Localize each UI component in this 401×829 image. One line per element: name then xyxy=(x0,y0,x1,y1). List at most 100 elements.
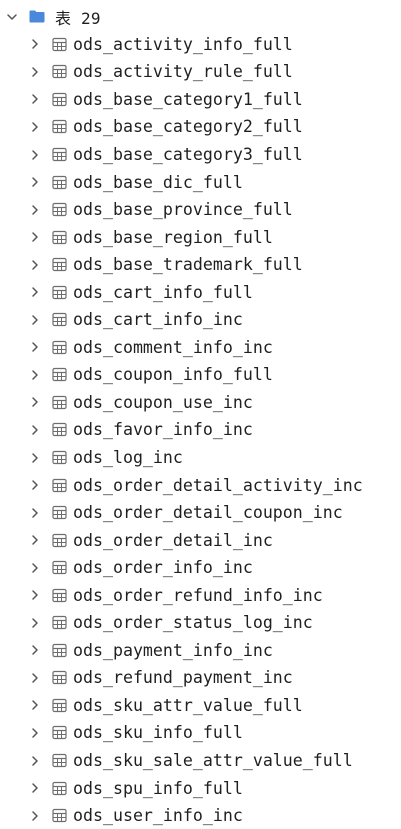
table-icon xyxy=(52,230,67,245)
table-node-label: ods_base_category2_full xyxy=(73,117,303,137)
chevron-right-icon[interactable] xyxy=(29,341,41,353)
table-node[interactable]: ods_activity_info_full xyxy=(0,31,401,59)
chevron-right-icon[interactable] xyxy=(29,369,41,381)
table-icon xyxy=(52,698,67,713)
table-node[interactable]: ods_activity_rule_full xyxy=(0,58,401,86)
table-node-label: ods_activity_rule_full xyxy=(73,62,293,82)
table-node[interactable]: ods_base_category3_full xyxy=(0,141,401,169)
chevron-right-icon[interactable] xyxy=(29,38,41,50)
table-node-label: ods_payment_info_inc xyxy=(73,640,273,660)
folder-icon xyxy=(29,10,45,23)
table-icon xyxy=(52,450,67,465)
table-node-label: ods_spu_info_full xyxy=(73,778,243,798)
chevron-right-icon[interactable] xyxy=(29,93,41,105)
chevron-right-icon[interactable] xyxy=(29,231,41,243)
chevron-right-icon[interactable] xyxy=(29,452,41,464)
chevron-right-icon[interactable] xyxy=(29,534,41,546)
table-node-label: ods_activity_info_full xyxy=(73,34,293,54)
table-node-label: ods_sku_attr_value_full xyxy=(73,695,303,715)
table-node[interactable]: ods_spu_info_full xyxy=(0,774,401,802)
chevron-right-icon[interactable] xyxy=(29,204,41,216)
table-node-label: ods_order_detail_activity_inc xyxy=(73,475,363,495)
table-icon xyxy=(52,588,67,603)
table-node[interactable]: ods_base_dic_full xyxy=(0,168,401,196)
table-node[interactable]: ods_refund_payment_inc xyxy=(0,664,401,692)
chevron-right-icon[interactable] xyxy=(29,755,41,767)
chevron-right-icon[interactable] xyxy=(29,699,41,711)
table-node-label: ods_base_trademark_full xyxy=(73,255,303,275)
table-node[interactable]: ods_order_detail_inc xyxy=(0,526,401,554)
table-node[interactable]: ods_base_region_full xyxy=(0,223,401,251)
chevron-right-icon[interactable] xyxy=(29,727,41,739)
table-icon xyxy=(52,422,67,437)
chevron-down-icon[interactable] xyxy=(6,11,18,23)
table-node[interactable]: ods_log_inc xyxy=(0,444,401,472)
table-node[interactable]: ods_sku_attr_value_full xyxy=(0,692,401,720)
table-node[interactable]: ods_base_category2_full xyxy=(0,113,401,141)
table-node-label: ods_base_category3_full xyxy=(73,145,303,164)
chevron-right-icon[interactable] xyxy=(29,617,41,629)
table-node[interactable]: ods_order_refund_info_inc xyxy=(0,581,401,609)
table-node[interactable]: ods_coupon_use_inc xyxy=(0,389,401,417)
table-node[interactable]: ods_order_info_inc xyxy=(0,554,401,582)
table-icon xyxy=(52,367,67,382)
table-icon xyxy=(52,670,67,685)
table-icon xyxy=(52,781,67,796)
table-node-label: ods_favor_info_inc xyxy=(73,420,253,440)
chevron-right-icon[interactable] xyxy=(29,121,41,133)
table-node[interactable]: ods_favor_info_inc xyxy=(0,416,401,444)
chevron-right-icon[interactable] xyxy=(29,644,41,656)
chevron-right-icon[interactable] xyxy=(29,286,41,298)
table-node[interactable]: ods_user_info_inc xyxy=(0,802,401,829)
table-node[interactable]: ods_coupon_info_full xyxy=(0,361,401,389)
table-node[interactable]: ods_order_status_log_inc xyxy=(0,609,401,637)
table-icon xyxy=(52,753,67,768)
chevron-right-icon[interactable] xyxy=(29,810,41,822)
table-node[interactable]: ods_sku_info_full xyxy=(0,719,401,747)
table-node[interactable]: ods_base_trademark_full xyxy=(0,251,401,279)
chevron-right-icon[interactable] xyxy=(29,424,41,436)
table-node[interactable]: ods_base_category1_full xyxy=(0,86,401,114)
table-node[interactable]: ods_order_detail_coupon_inc xyxy=(0,499,401,527)
table-node[interactable]: ods_base_province_full xyxy=(0,196,401,224)
table-icon xyxy=(52,202,67,217)
chevron-right-icon[interactable] xyxy=(29,66,41,78)
chevron-right-icon[interactable] xyxy=(29,782,41,794)
chevron-right-icon[interactable] xyxy=(29,396,41,408)
table-node[interactable]: ods_comment_info_inc xyxy=(0,334,401,362)
table-icon xyxy=(52,37,67,52)
table-icon xyxy=(52,92,67,107)
table-icon xyxy=(52,395,67,410)
table-icon xyxy=(52,560,67,575)
table-node-label: ods_sku_sale_attr_value_full xyxy=(73,751,353,771)
table-icon xyxy=(52,64,67,79)
tables-group-label: 表 29 xyxy=(55,8,101,28)
chevron-right-icon[interactable] xyxy=(29,176,41,188)
table-icon xyxy=(52,312,67,327)
table-node[interactable]: ods_payment_info_inc xyxy=(0,637,401,665)
table-icon xyxy=(52,257,67,272)
table-node-label: ods_base_province_full xyxy=(73,200,293,220)
table-icon xyxy=(52,478,67,493)
table-node[interactable]: ods_order_detail_activity_inc xyxy=(0,471,401,499)
chevron-right-icon[interactable] xyxy=(29,562,41,574)
table-node-label: ods_cart_info_full xyxy=(73,282,253,302)
database-tree: 表 29 ods_activity_info_full ods_activity_… xyxy=(0,3,401,829)
chevron-right-icon[interactable] xyxy=(29,507,41,519)
tables-group-node[interactable]: 表 29 xyxy=(0,3,401,31)
chevron-right-icon[interactable] xyxy=(29,672,41,684)
chevron-right-icon[interactable] xyxy=(29,259,41,271)
table-node[interactable]: ods_cart_info_full xyxy=(0,278,401,306)
table-icon xyxy=(52,175,67,190)
chevron-right-icon[interactable] xyxy=(29,589,41,601)
chevron-right-icon[interactable] xyxy=(29,479,41,491)
table-icon xyxy=(52,533,67,548)
chevron-right-icon[interactable] xyxy=(29,149,41,161)
table-icon xyxy=(52,340,67,355)
chevron-right-icon[interactable] xyxy=(29,314,41,326)
table-node[interactable]: ods_sku_sale_attr_value_full xyxy=(0,747,401,775)
table-icon xyxy=(52,147,67,162)
table-node[interactable]: ods_cart_info_inc xyxy=(0,306,401,334)
table-node-label: ods_coupon_use_inc xyxy=(73,392,253,412)
table-node-label: ods_base_category1_full xyxy=(73,89,303,109)
